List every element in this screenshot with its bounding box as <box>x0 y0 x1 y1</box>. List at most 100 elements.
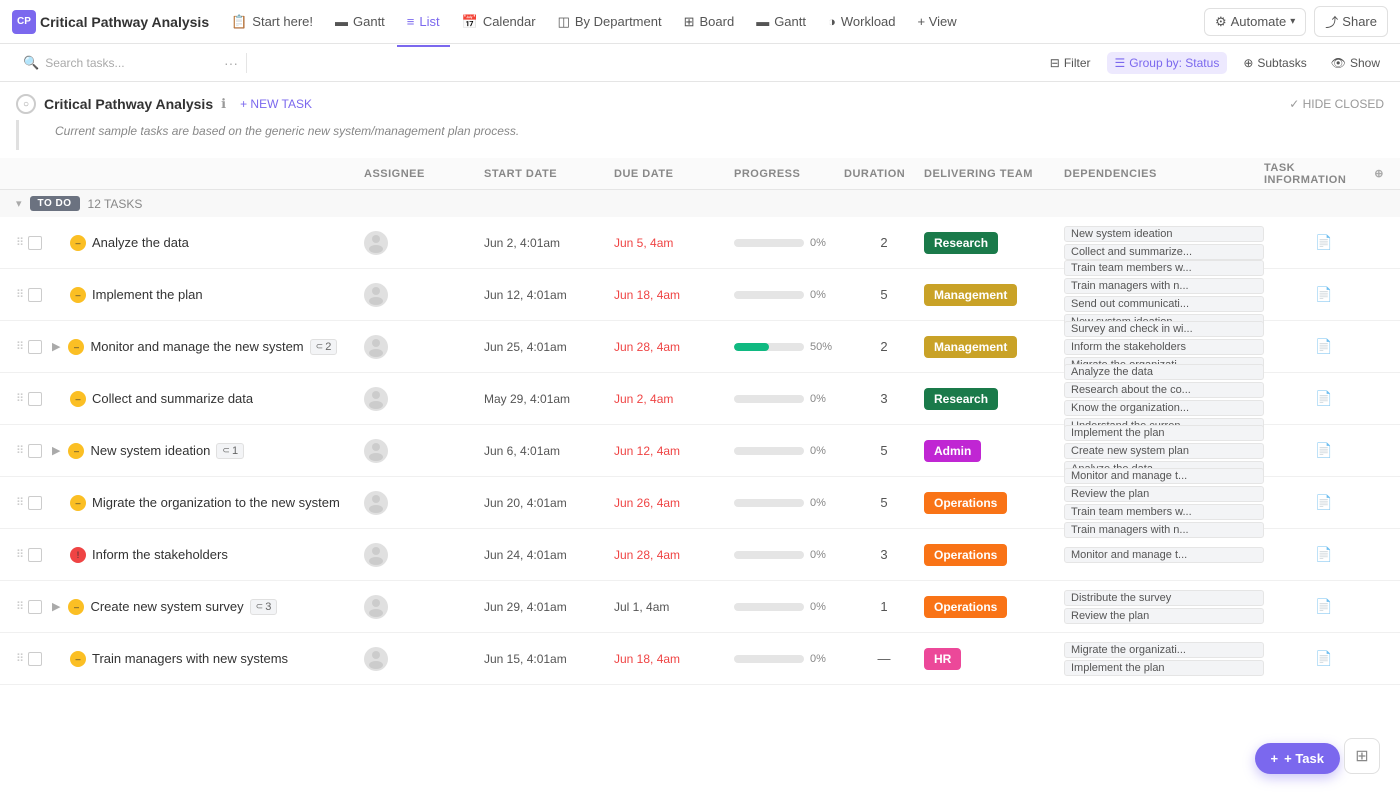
priority-badge: – <box>68 443 84 459</box>
task-info-icon[interactable]: 📄 <box>1315 598 1332 615</box>
project-info-icon[interactable]: ℹ <box>221 96 226 112</box>
start-date-cell: Jun 12, 4:01am <box>484 288 614 302</box>
progress-percent: 0% <box>810 497 826 509</box>
task-info-icon[interactable]: 📄 <box>1315 338 1332 355</box>
dependency-tag: Implement the plan <box>1064 425 1264 441</box>
task-info-icon[interactable]: 📄 <box>1315 234 1332 251</box>
dependency-tag: Create new system plan <box>1064 443 1264 459</box>
search-box[interactable]: 🔍 Search tasks... <box>12 50 212 76</box>
task-info-icon[interactable]: 📄 <box>1315 494 1332 511</box>
team-cell: HR <box>924 651 1064 666</box>
task-name[interactable]: Train managers with new systems <box>92 651 288 666</box>
task-info-icon[interactable]: 📄 <box>1315 286 1332 303</box>
toolbar-separator <box>246 53 247 73</box>
due-date-cell: Jun 26, 4am <box>614 496 734 510</box>
group-by-button[interactable]: ☰ Group by: Status <box>1107 52 1228 74</box>
task-checkbox[interactable] <box>28 496 42 510</box>
dependency-tag: Monitor and manage t... <box>1064 468 1264 484</box>
dependency-tag: Survey and check in wi... <box>1064 321 1264 337</box>
task-checkbox[interactable] <box>28 340 42 354</box>
add-column-icon[interactable]: ⊕ <box>1374 167 1384 180</box>
due-date-cell: Jun 18, 4am <box>614 288 734 302</box>
task-name[interactable]: Collect and summarize data <box>92 391 253 406</box>
task-name-cell: ▶ – Monitor and manage the new system ⊂2 <box>52 339 364 355</box>
dependency-tag: Train managers with n... <box>1064 522 1264 538</box>
task-info-icon[interactable]: 📄 <box>1315 546 1332 563</box>
team-cell: Management <box>924 287 1064 302</box>
project-collapse-icon[interactable]: ○ <box>16 94 36 114</box>
subtasks-button[interactable]: ⊕ Subtasks <box>1235 52 1314 74</box>
section-badge: TO DO <box>30 196 80 211</box>
grid-view-button[interactable]: ⊞ <box>1344 738 1380 774</box>
priority-badge: ! <box>70 547 86 563</box>
task-checkbox[interactable] <box>28 392 42 406</box>
task-name[interactable]: Inform the stakeholders <box>92 547 228 562</box>
task-info-icon[interactable]: 📄 <box>1315 390 1332 407</box>
tab-list[interactable]: ≡ List <box>397 8 450 35</box>
task-expand-icon[interactable]: ▶ <box>52 340 60 353</box>
dependencies-cell: New system ideationCollect and summarize… <box>1064 226 1264 260</box>
tab-calendar[interactable]: 📅 Calendar <box>452 8 546 36</box>
tab-by-department[interactable]: ◫ By Department <box>548 8 672 36</box>
toolbar-right: ⊟ Filter ☰ Group by: Status ⊕ Subtasks 👁… <box>1042 52 1388 74</box>
tab-board[interactable]: ⊞ Board <box>674 8 745 36</box>
task-expand-icon[interactable]: ▶ <box>52 444 60 457</box>
task-checkbox[interactable] <box>28 600 42 614</box>
project-header: ○ Critical Pathway Analysis ℹ + NEW TASK… <box>0 82 1400 120</box>
task-name[interactable]: Create new system survey <box>90 599 243 614</box>
task-info-icon[interactable]: 📄 <box>1315 650 1332 667</box>
task-checkbox[interactable] <box>28 652 42 666</box>
top-nav: CP Critical Pathway Analysis 📋 Start her… <box>0 0 1400 44</box>
task-name[interactable]: Migrate the organization to the new syst… <box>92 495 340 510</box>
drag-handle-icon: ⠿ <box>16 652 24 665</box>
table-row: ⠿ ▶ – Create new system survey ⊂3 Jun 29… <box>0 581 1400 633</box>
team-cell: Research <box>924 391 1064 406</box>
add-view-button[interactable]: + View <box>908 9 967 34</box>
add-task-fab[interactable]: + + Task <box>1255 743 1340 774</box>
toolbar-more-menu[interactable]: ··· <box>224 55 238 71</box>
task-name[interactable]: Analyze the data <box>92 235 189 250</box>
task-handle: ⠿ <box>16 548 52 562</box>
due-date-cell: Jun 12, 4am <box>614 444 734 458</box>
task-expand-icon[interactable]: ▶ <box>52 600 60 613</box>
task-checkbox[interactable] <box>28 288 42 302</box>
new-task-button[interactable]: + NEW TASK <box>234 95 318 113</box>
assignee-cell <box>364 335 484 359</box>
automate-button[interactable]: ⚙ Automate ▾ <box>1204 8 1306 36</box>
hide-closed-button[interactable]: ✓ HIDE CLOSED <box>1289 97 1384 111</box>
section-collapse-icon[interactable]: ▾ <box>16 197 22 210</box>
avatar <box>364 543 388 567</box>
add-view-label: + View <box>918 14 957 29</box>
start-date-cell: Jun 15, 4:01am <box>484 652 614 666</box>
column-headers: ASSIGNEE START DATE DUE DATE PROGRESS DU… <box>0 158 1400 190</box>
avatar <box>364 231 388 255</box>
task-checkbox[interactable] <box>28 548 42 562</box>
task-info-cell: 📄 <box>1264 234 1384 251</box>
nav-tabs: 📋 Start here! ▬ Gantt ≡ List 📅 Calendar … <box>221 8 1200 36</box>
tab-gantt-1[interactable]: ▬ Gantt <box>325 8 395 35</box>
progress-percent: 0% <box>810 445 826 457</box>
duration-cell: 1 <box>844 599 924 614</box>
progress-bar <box>734 499 804 507</box>
task-name[interactable]: Implement the plan <box>92 287 203 302</box>
task-info-icon[interactable]: 📄 <box>1315 442 1332 459</box>
progress-cell: 0% <box>734 601 844 613</box>
tab-workload[interactable]: ◑ Workload <box>818 8 906 35</box>
share-button[interactable]: ⤴ Share <box>1314 6 1388 37</box>
avatar <box>364 595 388 619</box>
task-name-cell: – Implement the plan <box>52 287 364 303</box>
hide-closed-label: ✓ HIDE CLOSED <box>1289 97 1384 111</box>
task-checkbox[interactable] <box>28 236 42 250</box>
filter-button[interactable]: ⊟ Filter <box>1042 52 1099 74</box>
drag-handle-icon: ⠿ <box>16 444 24 457</box>
start-date-cell: Jun 6, 4:01am <box>484 444 614 458</box>
due-date-cell: Jun 5, 4am <box>614 236 734 250</box>
task-name[interactable]: Monitor and manage the new system <box>90 339 303 354</box>
show-button[interactable]: 👁 Show <box>1323 52 1388 74</box>
progress-bar <box>734 343 804 351</box>
task-name[interactable]: New system ideation <box>90 443 210 458</box>
task-checkbox[interactable] <box>28 444 42 458</box>
team-badge: Research <box>924 232 998 254</box>
tab-gantt-2[interactable]: ▬ Gantt <box>746 8 816 35</box>
tab-start-here[interactable]: 📋 Start here! <box>221 8 323 36</box>
